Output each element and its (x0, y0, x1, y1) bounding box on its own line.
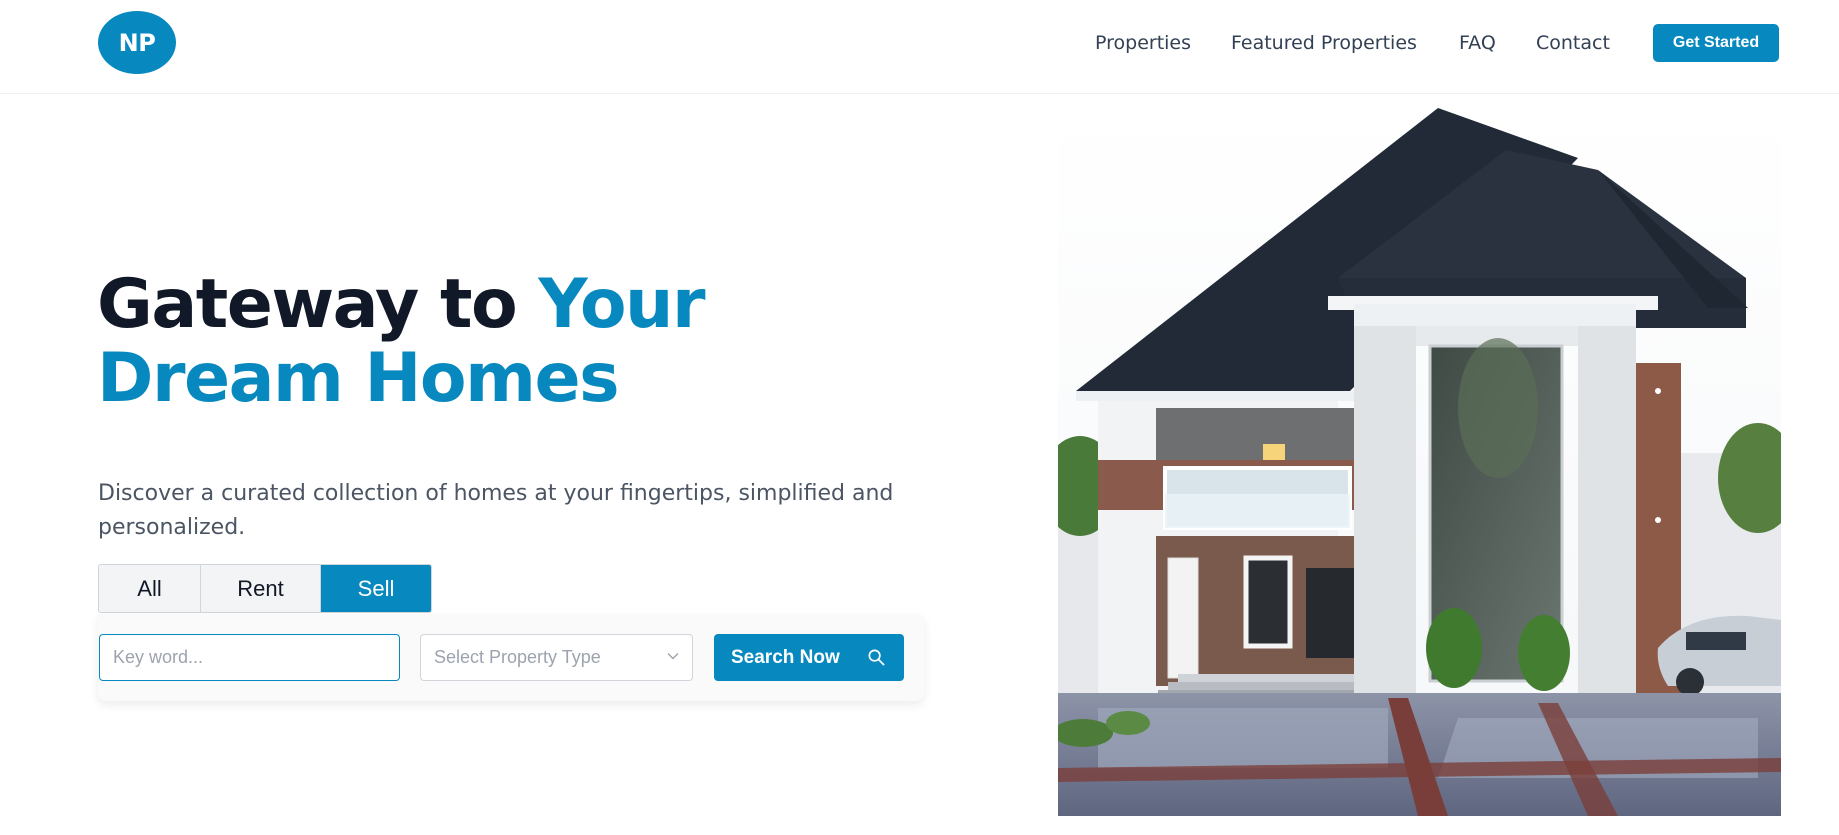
nav-link-properties[interactable]: Properties (1095, 28, 1191, 58)
listing-type-tabs: All Rent Sell (98, 564, 432, 613)
search-panel: Select Property Type Search Now (98, 614, 924, 701)
hero-headline: Gateway to Your Dream Homes (97, 268, 857, 416)
headline-part-2: Your (538, 265, 705, 344)
chevron-down-icon (667, 653, 679, 660)
get-started-button[interactable]: Get Started (1653, 24, 1779, 62)
headline-part-3: Dream Homes (97, 339, 620, 418)
main-nav: Properties Featured Properties FAQ Conta… (0, 28, 1839, 58)
house-image (1058, 108, 1781, 816)
keyword-input[interactable] (99, 634, 400, 681)
search-button-label: Search Now (731, 646, 840, 668)
site-header: NP Properties Featured Properties FAQ Co… (0, 0, 1839, 94)
search-icon (868, 649, 885, 666)
property-type-placeholder: Select Property Type (434, 647, 601, 667)
nav-link-contact[interactable]: Contact (1536, 28, 1610, 58)
tab-all[interactable]: All (99, 565, 201, 612)
nav-link-faq[interactable]: FAQ (1459, 28, 1496, 58)
tab-rent[interactable]: Rent (201, 565, 321, 612)
headline-part-1: Gateway to (97, 265, 539, 344)
nav-link-featured-properties[interactable]: Featured Properties (1231, 28, 1417, 58)
tab-sell[interactable]: Sell (321, 565, 431, 612)
search-now-button[interactable]: Search Now (714, 634, 904, 681)
property-type-select[interactable]: Select Property Type (420, 634, 693, 681)
hero-subtitle: Discover a curated collection of homes a… (98, 481, 894, 540)
